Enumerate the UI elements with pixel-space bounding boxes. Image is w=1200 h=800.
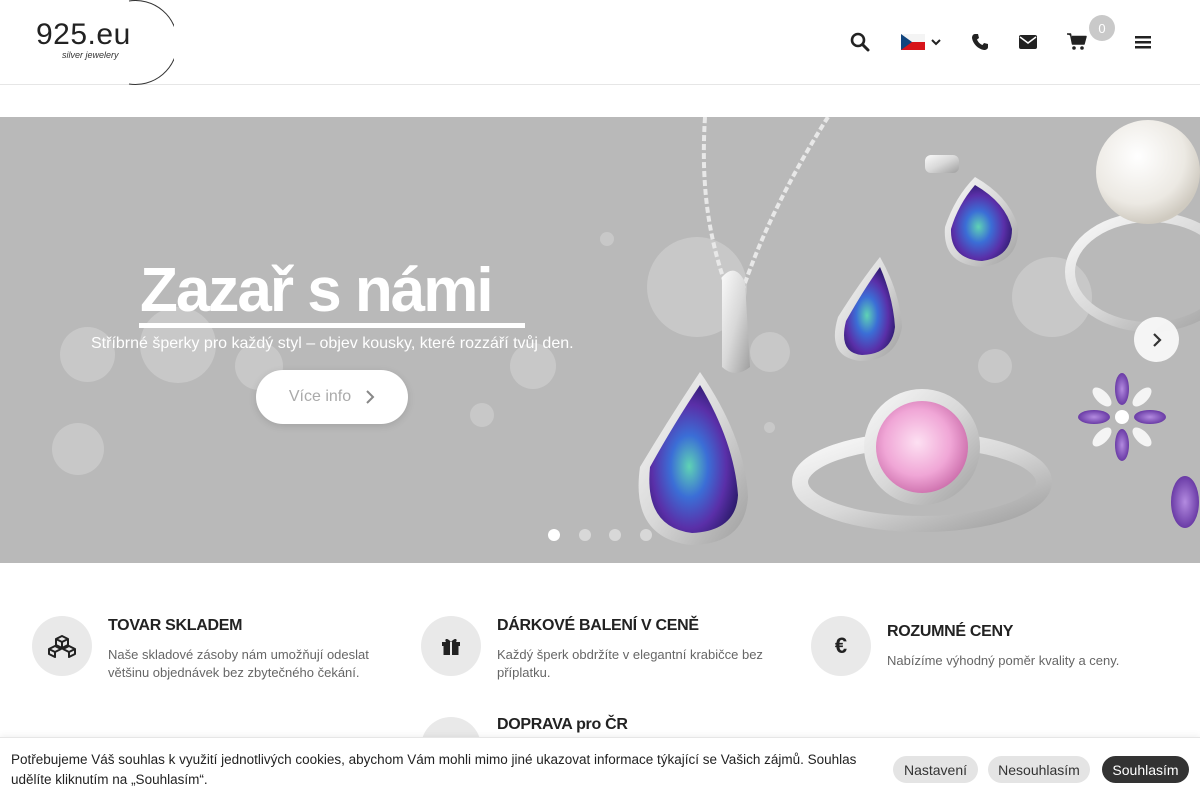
- cart-icon: [1067, 33, 1087, 50]
- hamburger-icon: [1135, 36, 1151, 49]
- cart-button[interactable]: [1063, 28, 1091, 56]
- hero-more-info-button[interactable]: Více info: [256, 370, 408, 424]
- hero-button-label: Více info: [288, 388, 352, 405]
- search-icon: [850, 32, 870, 52]
- slider-dot-2[interactable]: [579, 529, 591, 541]
- chevron-down-icon: [930, 39, 941, 46]
- hero-title-underline: [139, 323, 525, 328]
- feature-text: Naše skladové zásoby nám umožňují odesla…: [108, 647, 369, 680]
- feature-title: TOVAR SKLADEM: [108, 617, 243, 634]
- feature-title: DOPRAVA pro ČR: [497, 716, 628, 733]
- hero-subtitle: Stříbrné šperky pro každý styl – objev k…: [91, 335, 574, 352]
- phone-icon: [972, 34, 988, 50]
- cookie-accept-button[interactable]: Souhlasím: [1102, 756, 1189, 783]
- chevron-right-icon: [366, 390, 375, 404]
- cookie-consent-bar: Potřebujeme Váš souhlas k využití jednot…: [0, 737, 1200, 800]
- gift-icon: [442, 638, 460, 655]
- slider-dot-1[interactable]: [548, 529, 560, 541]
- feature-icon-circle: [32, 616, 92, 676]
- envelope-icon: [1019, 35, 1037, 49]
- phone-button[interactable]: [966, 28, 994, 56]
- hero-slider: Zazař s námi Stříbrné šperky pro každý s…: [0, 117, 1200, 563]
- chevron-right-icon: [1152, 332, 1162, 347]
- email-button[interactable]: [1014, 28, 1042, 56]
- menu-button[interactable]: [1129, 28, 1157, 56]
- cookie-settings-button[interactable]: Nastavení: [893, 756, 978, 783]
- boxes-icon: [48, 635, 76, 658]
- slider-dot-3[interactable]: [609, 529, 621, 541]
- feature-title: ROZUMNÉ CENY: [887, 623, 1014, 640]
- site-header: 925.eu silver jewelery 0: [0, 0, 1200, 85]
- slider-dot-4[interactable]: [640, 529, 652, 541]
- cookie-decline-button[interactable]: Nesouhlasím: [988, 756, 1090, 783]
- logo-subtitle: silver jewelery: [62, 50, 119, 60]
- site-logo[interactable]: 925.eu silver jewelery: [34, 0, 174, 85]
- hero-title: Zazař s námi: [140, 256, 494, 325]
- cart-count-badge: 0: [1089, 15, 1115, 41]
- feature-title: DÁRKOVÉ BALENÍ V CENĚ: [497, 617, 699, 634]
- cookie-consent-text: Potřebujeme Váš souhlas k využití jednot…: [11, 752, 857, 787]
- feature-icon-circle: [421, 616, 481, 676]
- slider-next-button[interactable]: [1134, 317, 1179, 362]
- flag-cz-icon: [900, 34, 925, 50]
- feature-text: Nabízíme výhodný poměr kvality a ceny.: [887, 653, 1120, 668]
- search-button[interactable]: [846, 28, 874, 56]
- language-selector[interactable]: [899, 28, 943, 56]
- logo-text: 925.eu: [36, 18, 131, 51]
- euro-icon: €: [811, 616, 871, 676]
- feature-text: Každý šperk obdržíte v elegantní krabičc…: [497, 647, 763, 680]
